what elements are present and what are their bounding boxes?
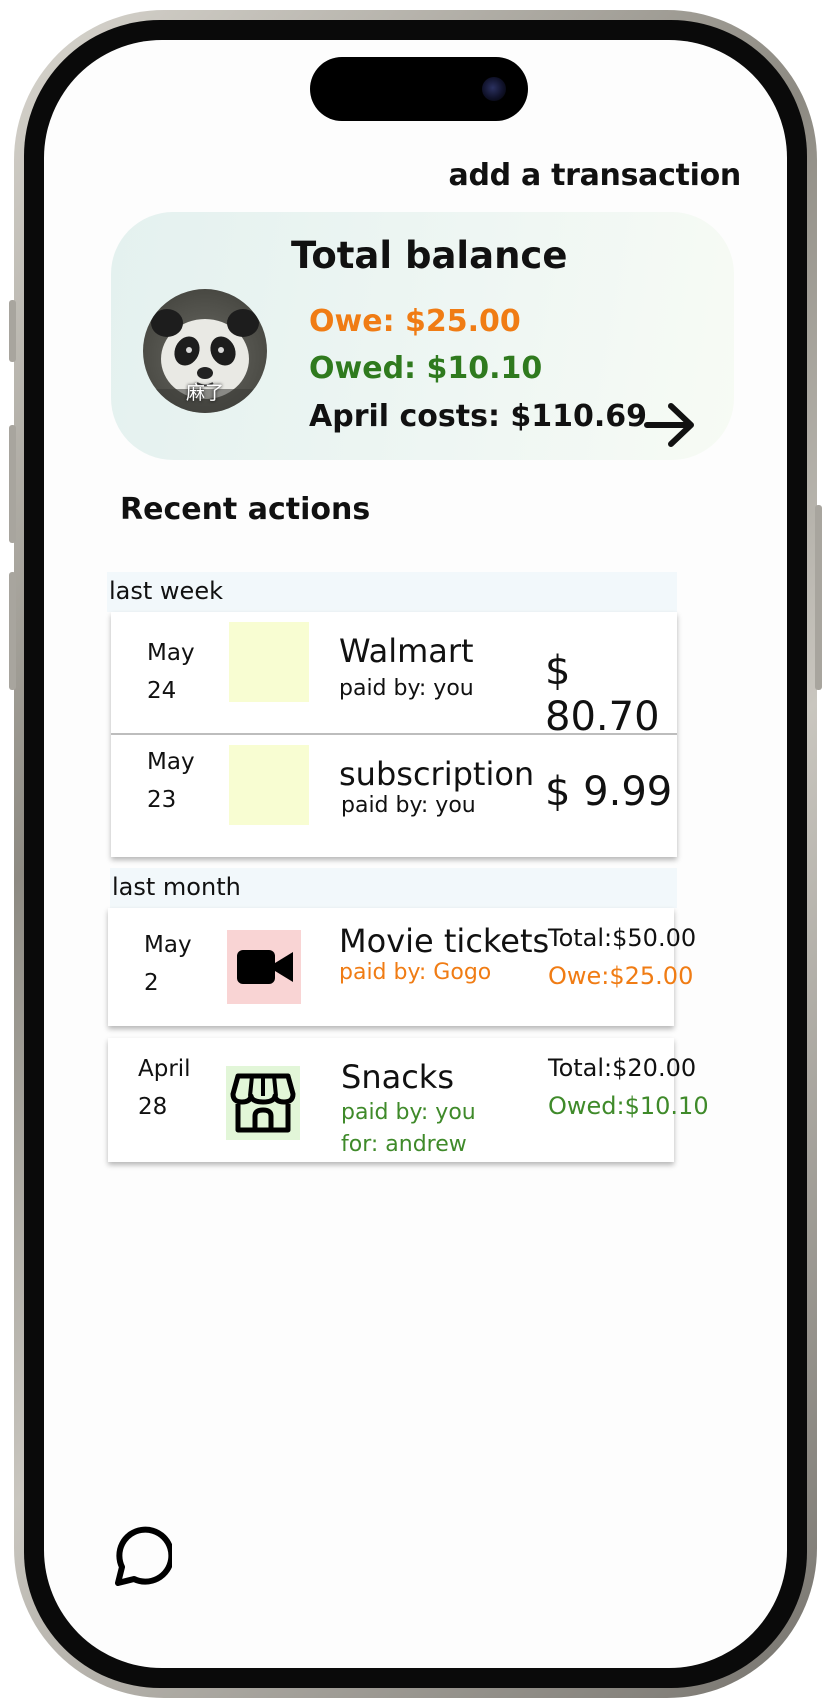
transaction-owe: Owe:$25.00 [548,962,694,990]
avatar-caption: 麻了 [185,382,224,404]
front-camera [482,77,506,101]
section-label-last-week: last week [107,572,677,612]
transaction-row-subscription[interactable]: May 23 subscription paid by: you $ 9.99 [111,735,677,857]
transaction-title: subscription [339,755,535,793]
date-day: 24 [147,678,177,704]
transaction-row-walmart[interactable]: May 24 Walmart paid by: you $ 80.70 [111,612,677,740]
add-transaction-link[interactable]: add a transaction [449,158,742,193]
arrow-right-icon[interactable] [643,400,699,450]
owed-total: Owed: $10.10 [309,351,543,386]
phone-side-button [815,505,822,690]
phone-side-button [9,425,16,543]
transaction-amount: $ 9.99 [545,769,673,815]
paid-by: paid by: you [341,793,476,818]
video-camera-icon [227,930,301,1004]
transaction-group-last-week: May 24 Walmart paid by: you $ 80.70 May … [111,612,677,857]
paid-by: paid by: Gogo [339,960,492,985]
transaction-row-snacks[interactable]: April 28 Snacks paid by: you for: andrew… [108,1038,709,1162]
receipt-thumbnail-swatch [229,745,309,825]
card-title: Total balance [291,234,568,277]
transaction-total: Total:$20.00 [548,1054,697,1082]
store-icon [226,1066,300,1140]
paid-by: paid by: you [341,1100,476,1125]
app-screen: add a transaction Total balance 麻了 Owe: … [44,40,787,1668]
section-label-last-month: last month [110,868,677,908]
transaction-title: Movie tickets [339,922,550,960]
date-month: April [138,1056,191,1082]
paid-by: paid by: you [339,676,474,701]
balance-card: Total balance 麻了 Owe: $25.00 Owed: $10.1… [111,212,734,460]
date-day: 2 [144,970,159,996]
transaction-owed: Owed:$10.10 [548,1092,709,1120]
date-day: 28 [138,1094,168,1120]
dynamic-island [310,57,528,121]
receipt-thumbnail [229,622,309,702]
transaction-title: Snacks [341,1058,454,1096]
phone-side-button [9,572,16,690]
transaction-total: Total:$50.00 [548,924,697,952]
date-month: May [147,749,195,775]
date-month: May [144,932,192,958]
transaction-amount: $ 80.70 [545,648,660,740]
chat-bubble-icon[interactable] [106,1523,175,1589]
transaction-row-movie-tickets[interactable]: May 2 Movie tickets paid by: Gogo Total:… [108,908,696,1026]
recent-actions-title: Recent actions [120,492,371,527]
phone-side-button [9,300,16,362]
paid-for: for: andrew [341,1132,467,1157]
transaction-title: Walmart [339,632,474,670]
owe-total: Owe: $25.00 [309,304,521,339]
receipt-thumbnail-swatch [229,622,309,702]
date-day: 23 [147,787,177,813]
receipt-thumbnail [229,745,309,825]
date-month: May [147,640,195,666]
avatar[interactable]: 麻了 [143,289,267,413]
month-costs: April costs: $110.69 [309,399,648,434]
